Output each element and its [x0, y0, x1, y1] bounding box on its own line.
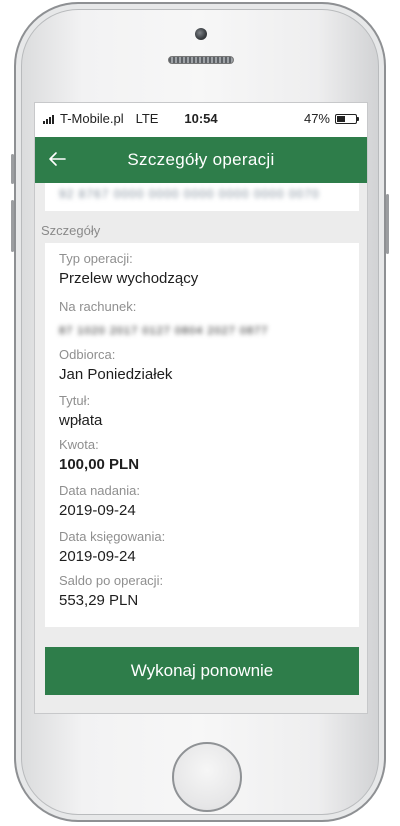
- repeat-transfer-button[interactable]: Wykonaj ponownie: [45, 647, 359, 695]
- field-label: Data księgowania:: [59, 529, 166, 544]
- phone-screen: T-Mobile.pl LTE 10:54 47% Szczegóły oper…: [34, 102, 368, 714]
- field-label: Kwota:: [59, 437, 99, 452]
- earpiece-speaker: [168, 56, 234, 64]
- field-title: Tytuł: wpłata: [59, 393, 102, 431]
- blurred-account-number: 92 8767 0000 0000 0000 0000 0000 0070: [59, 187, 320, 201]
- field-label: Na rachunek:: [59, 299, 137, 314]
- field-value: Jan Poniedziałek: [59, 366, 173, 383]
- field-label: Odbiorca:: [59, 347, 116, 362]
- details-card: Typ operacji: Przelew wychodzący Na rach…: [45, 243, 359, 627]
- field-value: Przelew wychodzący: [59, 270, 199, 287]
- field-label: Saldo po operacji:: [59, 573, 164, 588]
- field-value: 100,00 PLN: [59, 456, 140, 473]
- field-value: wpłata: [59, 412, 103, 429]
- previous-card: 92 8767 0000 0000 0000 0000 0000 0070: [45, 183, 359, 211]
- status-right: 47%: [303, 111, 359, 126]
- field-booking-date: Data księgowania: 2019-09-24: [59, 529, 165, 567]
- field-recipient: Odbiorca: Jan Poniedziałek: [59, 347, 172, 385]
- field-value: 553,29 PLN: [59, 592, 139, 609]
- field-operation-type: Typ operacji: Przelew wychodzący: [59, 251, 198, 289]
- volume-button: [11, 200, 14, 252]
- status-bar: T-Mobile.pl LTE 10:54 47%: [35, 103, 367, 137]
- field-label: Data nadania:: [59, 483, 140, 498]
- front-camera: [195, 28, 207, 40]
- field-balance: Saldo po operacji: 553,29 PLN: [59, 573, 163, 611]
- field-value-blurred: 87 1020 2017 0127 0804 2027 0877: [59, 325, 269, 337]
- battery-percent: 47%: [303, 111, 330, 126]
- field-value: 2019-09-24: [59, 502, 136, 519]
- power-button: [386, 194, 389, 254]
- app-bar: Szczegóły operacji: [35, 137, 367, 183]
- field-label: Tytuł:: [59, 393, 91, 408]
- page-title: Szczegóły operacji: [127, 150, 275, 169]
- field-send-date: Data nadania: 2019-09-24: [59, 483, 140, 521]
- field-label: Typ operacji:: [59, 251, 133, 266]
- field-value: 2019-09-24: [59, 548, 136, 565]
- battery-icon: [335, 113, 359, 124]
- field-account: Na rachunek: 87 1020 2017 0127 0804 2027…: [59, 299, 268, 341]
- field-amount: Kwota: 100,00 PLN: [59, 437, 139, 475]
- section-label: Szczegóły: [41, 223, 101, 238]
- volume-button: [11, 154, 14, 184]
- home-button[interactable]: [172, 742, 242, 812]
